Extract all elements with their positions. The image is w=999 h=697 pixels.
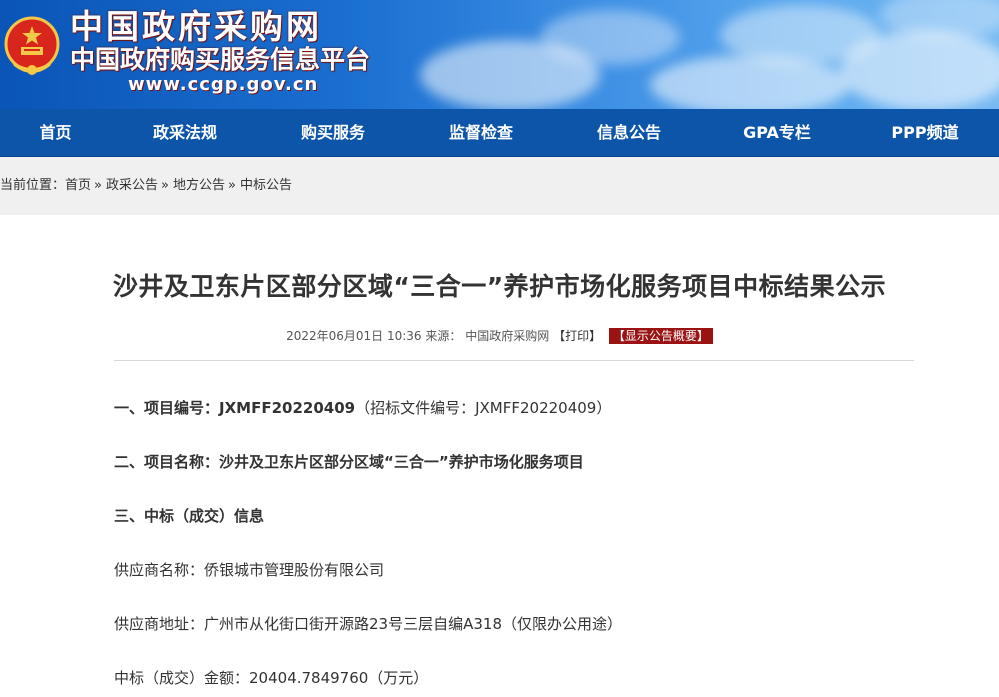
supplier-name-label: 供应商名称： — [114, 561, 205, 579]
award-info-heading-text: 三、中标（成交）信息 — [114, 507, 265, 525]
award-amount-line: 中标（成交）金额：20404.7849760（万元） — [114, 667, 428, 688]
breadcrumb-local-notices[interactable]: 地方公告 — [173, 150, 225, 222]
nav-item-ppp[interactable]: PPP频道 — [851, 109, 999, 157]
project-number-label: 一、项目编号： — [114, 399, 220, 417]
breadcrumb: 当前位置： 首页 » 政采公告 » 地方公告 » 中标公告 — [0, 157, 999, 215]
cloud-decoration — [840, 30, 999, 109]
supplier-address-line: 供应商地址：广州市从化街口街开源路23号三层自编A318（仅限办公用途） — [114, 613, 622, 634]
nav-item-gpa[interactable]: GPA专栏 — [703, 109, 851, 157]
award-info-heading: 三、中标（成交）信息 — [114, 505, 264, 526]
breadcrumb-award-notices[interactable]: 中标公告 — [240, 150, 292, 222]
breadcrumb-home[interactable]: 首页 — [65, 150, 91, 222]
project-name-value: 沙井及卫东片区部分区域“三合一”养护市场化服务项目 — [219, 453, 584, 471]
project-name-label: 二、项目名称： — [114, 453, 220, 471]
show-summary-button[interactable]: 【显示公告概要】 — [608, 328, 713, 344]
divider — [114, 360, 914, 361]
source-label: 来源： — [425, 329, 462, 343]
national-emblem-icon — [4, 16, 60, 75]
supplier-name-value: 侨银城市管理股份有限公司 — [204, 561, 385, 579]
site-url: www.ccgp.gov.cn — [128, 74, 319, 95]
tender-doc-number: （招标文件编号：JXMFF20220409） — [355, 399, 612, 417]
breadcrumb-prefix: 当前位置： — [0, 178, 66, 193]
nav-item-supervision[interactable]: 监督检查 — [407, 109, 555, 157]
article-title: 沙井及卫东片区部分区域“三合一”养护市场化服务项目中标结果公示 — [112, 272, 887, 301]
breadcrumb-separator: » — [228, 178, 236, 193]
article-meta: 2022年06月01日 10:36 来源： 中国政府采购网 【打印】 【显示公告… — [0, 327, 999, 344]
cloud-decoration — [540, 10, 680, 65]
project-number-line: 一、项目编号：JXMFF20220409（招标文件编号：JXMFF2022040… — [114, 397, 611, 418]
award-amount-label: 中标（成交）金额： — [114, 669, 250, 687]
site-subtitle: 中国政府购买服务信息平台 — [70, 45, 371, 74]
award-amount-value: 20404.7849760（万元） — [249, 669, 429, 687]
breadcrumb-procurement-notices[interactable]: 政采公告 — [106, 150, 158, 222]
supplier-address-label: 供应商地址： — [114, 615, 205, 633]
site-title: 中国政府采购网 — [70, 7, 322, 46]
project-number-value: JXMFF20220409 — [219, 399, 356, 417]
project-name-line: 二、项目名称：沙井及卫东片区部分区域“三合一”养护市场化服务项目 — [114, 451, 584, 472]
breadcrumb-separator: » — [161, 178, 169, 193]
breadcrumb-separator: » — [94, 178, 102, 193]
publish-datetime: 2022年06月01日 10:36 — [286, 329, 422, 343]
print-link[interactable]: 【打印】 — [553, 329, 601, 343]
nav-item-announcements[interactable]: 信息公告 — [555, 109, 703, 157]
source-name: 中国政府采购网 — [465, 329, 550, 343]
supplier-name-line: 供应商名称：侨银城市管理股份有限公司 — [114, 559, 384, 580]
supplier-address-value: 广州市从化街口街开源路23号三层自编A318（仅限办公用途） — [204, 615, 622, 633]
site-banner: 中国政府采购网 中国政府购买服务信息平台 www.ccgp.gov.cn — [0, 0, 999, 109]
